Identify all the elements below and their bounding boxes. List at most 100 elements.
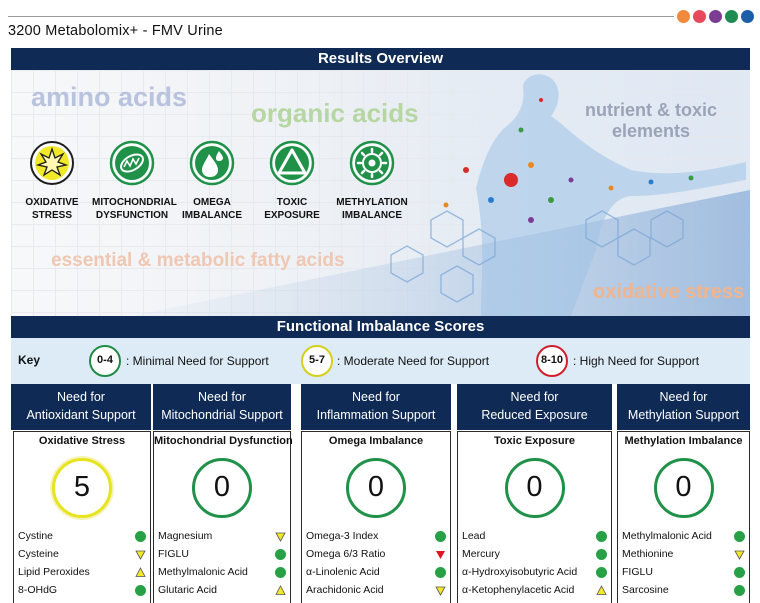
- column-subtitle: Omega Imbalance: [328, 435, 424, 447]
- marker-name: Magnesium: [158, 530, 213, 542]
- column-subtitle: Toxic Exposure: [493, 435, 576, 447]
- marker-row: Sarcosine: [622, 581, 745, 599]
- amino-acids-watermark: amino acids: [31, 82, 188, 112]
- green-dot-icon: [734, 584, 745, 596]
- green-dot-icon: [734, 530, 745, 542]
- green-dot-icon: [435, 530, 446, 542]
- category-label-line1: METHYLATION: [336, 197, 408, 208]
- key-badge-high: 8-10: [536, 345, 568, 377]
- marker-row: Methionine: [622, 545, 745, 563]
- brand-dot: [741, 10, 754, 23]
- score-badge: 0: [346, 458, 406, 518]
- yellow-down-triangle-icon: [135, 550, 146, 560]
- marker-row: Mercury: [462, 545, 607, 563]
- column-body: Toxic Exposure 0 Lead Mercury α-Hydroxyi…: [457, 431, 612, 603]
- column-header-line2: Antioxidant Support: [26, 408, 136, 422]
- category-label-line2: EXPOSURE: [264, 210, 320, 221]
- column-header-line1: Need for: [57, 390, 105, 404]
- marker-row: Omega-3 Index: [306, 527, 446, 545]
- category-methylation-imbalance: METHYLATION IMBALANCE: [332, 140, 412, 222]
- marker-name: 8-OHdG: [18, 584, 58, 596]
- marker-name: Omega-3 Index: [306, 530, 379, 542]
- score-column-mitochondrial: Need for Mitochondrial Support Mitochond…: [151, 384, 293, 603]
- marker-name: α-Hydroxyisobutyric Acid: [462, 566, 578, 578]
- key-badge-minimal: 0-4: [89, 345, 121, 377]
- green-dot-icon: [135, 584, 146, 596]
- organic-acids-watermark: organic acids: [251, 98, 419, 128]
- marker-row: Arachidonic Acid: [306, 581, 446, 599]
- column-body: Mitochondrial Dysfunction 0 Magnesium FI…: [153, 431, 293, 603]
- marker-name: Mercury: [462, 548, 500, 560]
- marker-name: Sarcosine: [622, 584, 669, 596]
- green-dot-icon: [734, 566, 745, 578]
- green-dot-icon: [275, 548, 286, 560]
- green-dot-icon: [596, 548, 607, 560]
- marker-row: Omega 6/3 Ratio: [306, 545, 446, 563]
- marker-row: α-Ketophenylacetic Acid: [462, 581, 607, 599]
- yellow-up-triangle-icon: [596, 584, 607, 595]
- marker-row: Methylmalonic Acid: [622, 527, 745, 545]
- marker-row: FIGLU: [158, 545, 286, 563]
- brand-dot: [709, 10, 722, 23]
- marker-row: Glutaric Acid: [158, 581, 286, 599]
- marker-name: Omega 6/3 Ratio: [306, 548, 386, 560]
- score-column-inflammation: Need for Inflammation Support Omega Imba…: [299, 384, 451, 603]
- score-column-methylation: Need for Methylation Support Methylation…: [615, 384, 750, 603]
- marker-row: Cysteine: [18, 545, 146, 563]
- column-header-line1: Need for: [198, 390, 246, 404]
- column-subtitle: Mitochondrial Dysfunction: [154, 435, 293, 447]
- yellow-down-triangle-icon: [275, 532, 286, 542]
- column-header: Need for Antioxidant Support: [11, 384, 151, 430]
- functional-scores-heading: Functional Imbalance Scores: [11, 316, 750, 338]
- category-label-line1: OXIDATIVE: [25, 197, 79, 208]
- column-header-line1: Need for: [659, 390, 708, 404]
- sun-icon: [30, 141, 74, 185]
- category-label-line2: IMBALANCE: [182, 210, 242, 221]
- header-rule: [8, 16, 674, 17]
- marker-name: FIGLU: [158, 548, 189, 560]
- category-label-line2: DYSFUNCTION: [95, 210, 169, 221]
- column-header: Need for Inflammation Support: [301, 384, 451, 430]
- marker-list: Methylmalonic Acid Methionine FIGLU Sarc…: [622, 527, 745, 599]
- key-text-moderate: : Moderate Need for Support: [337, 354, 490, 368]
- marker-row: Cystine: [18, 527, 146, 545]
- column-header: Need for Methylation Support: [617, 384, 750, 430]
- column-header-line2: Inflammation Support: [316, 408, 436, 422]
- category-label-line2: IMBALANCE: [342, 210, 402, 221]
- brand-dot: [677, 10, 690, 23]
- yellow-up-triangle-icon: [135, 566, 146, 577]
- document-title: 3200 Metabolomix+ - FMV Urine: [8, 23, 223, 39]
- results-overview-heading: Results Overview: [11, 48, 750, 70]
- yellow-up-triangle-icon: [275, 584, 286, 595]
- key-badge-moderate: 5-7: [301, 345, 333, 377]
- column-header: Need for Mitochondrial Support: [153, 384, 291, 430]
- category-label-line1: MITOCHONDRIAL: [92, 197, 177, 208]
- category-label-line1: TOXIC: [276, 197, 308, 208]
- category-label-line1: OMEGA: [193, 197, 231, 208]
- green-dot-icon: [435, 566, 446, 578]
- column-subtitle: Oxidative Stress: [38, 435, 126, 447]
- oxidative-stress-watermark: oxidative stress: [593, 281, 745, 303]
- category-label-line2: STRESS: [31, 210, 72, 221]
- brand-dot: [725, 10, 738, 23]
- fatty-acids-watermark: essential & metabolic fatty acids: [51, 250, 345, 271]
- column-body: Methylation Imbalance 0 Methylmalonic Ac…: [617, 431, 750, 603]
- column-header-line2: Mitochondrial Support: [161, 408, 283, 422]
- column-header-line1: Need for: [510, 390, 559, 404]
- green-dot-icon: [135, 530, 146, 542]
- marker-list: Omega-3 Index Omega 6/3 Ratio α-Linoleni…: [306, 527, 446, 599]
- column-body: Oxidative Stress 5 Cystine Cysteine Lipi…: [13, 431, 151, 603]
- column-header-line1: Need for: [352, 390, 400, 404]
- key-text-high: : High Need for Support: [573, 354, 700, 368]
- key-label: Key: [18, 353, 41, 367]
- yellow-down-triangle-icon: [734, 550, 745, 560]
- marker-name: Arachidonic Acid: [306, 584, 384, 596]
- marker-row: Methylmalonic Acid: [158, 563, 286, 581]
- droplets-icon: [189, 140, 235, 186]
- marker-row: Magnesium: [158, 527, 286, 545]
- category-omega-imbalance: OMEGA IMBALANCE: [172, 140, 252, 222]
- marker-name: α-Ketophenylacetic Acid: [462, 584, 575, 596]
- marker-row: Lead: [462, 527, 607, 545]
- green-dot-icon: [275, 566, 286, 578]
- score-column-antioxidant: Need for Antioxidant Support Oxidative S…: [11, 384, 151, 603]
